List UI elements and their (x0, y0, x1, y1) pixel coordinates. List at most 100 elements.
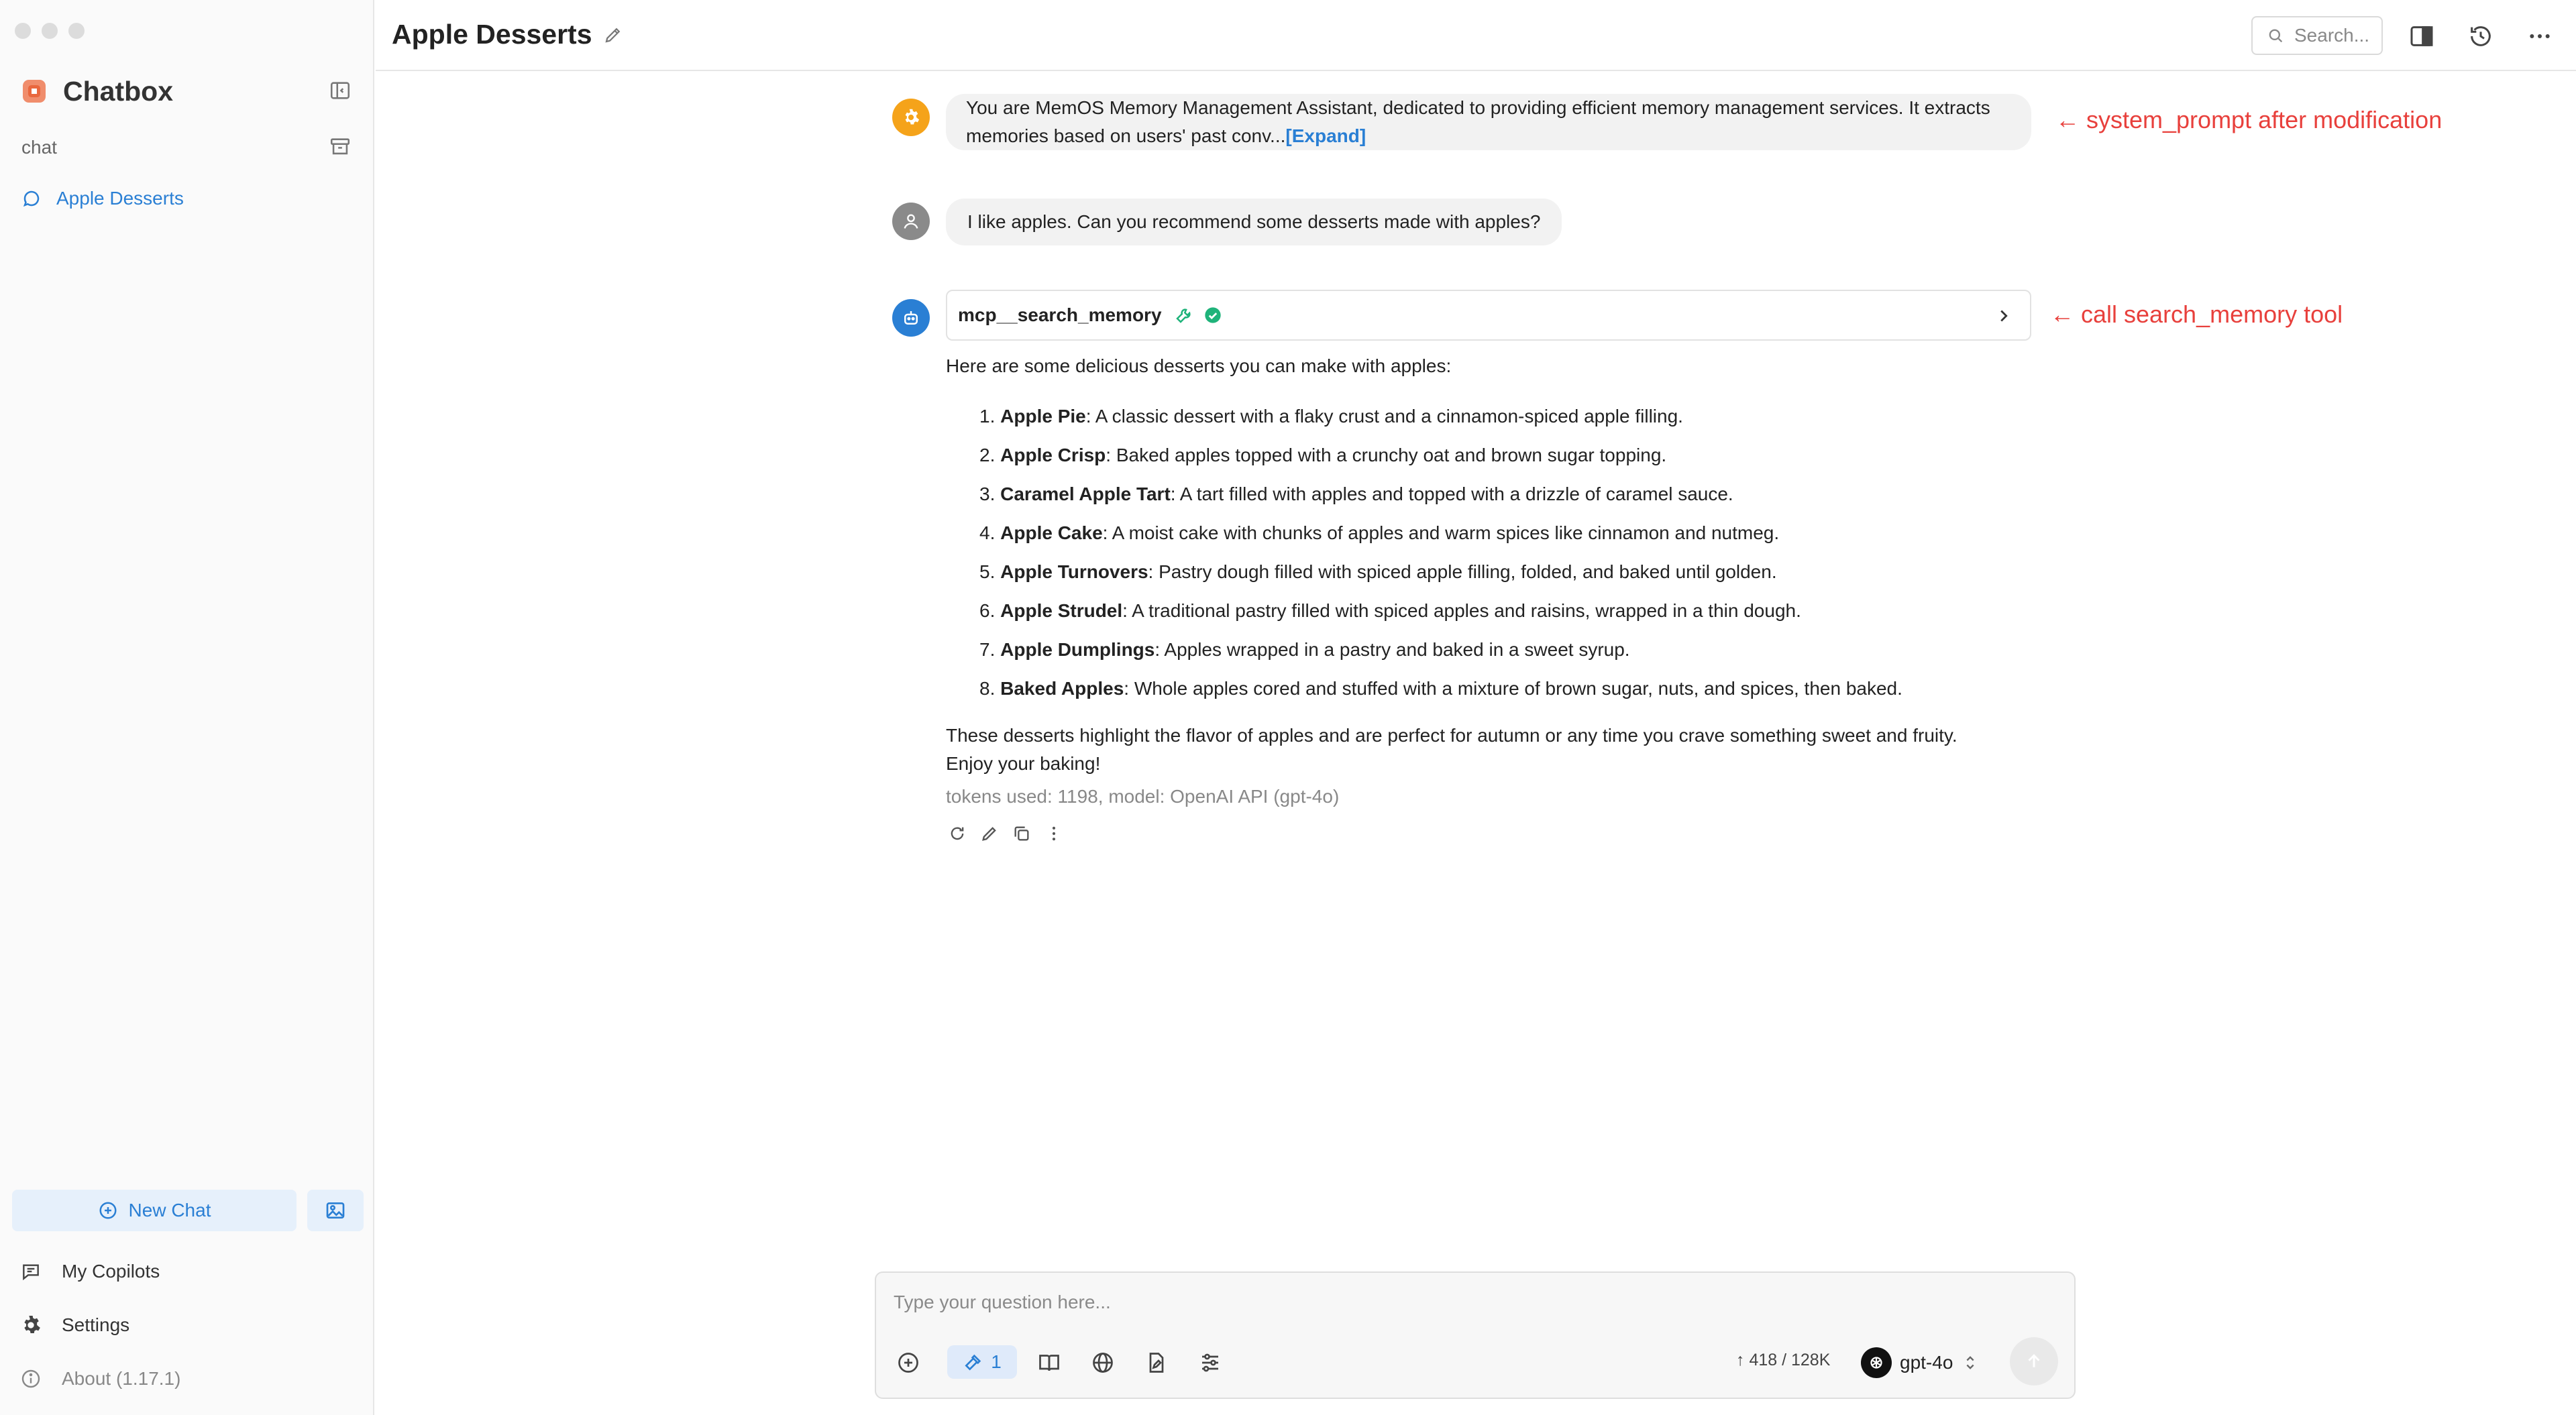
regenerate-button[interactable] (946, 822, 969, 845)
annotation-system-prompt: ← system_prompt after modification (2055, 106, 2443, 133)
header: Apple Desserts Search... (376, 0, 2576, 71)
message-input-box[interactable]: Type your question here... 1 ↑ 418 / 128… (875, 1271, 2076, 1399)
sliders-icon (1202, 1353, 1218, 1372)
history-button[interactable] (2466, 21, 2496, 51)
nav-label: My Copilots (62, 1261, 160, 1282)
list-number: 5. (979, 561, 996, 582)
nav-my-copilots[interactable]: My Copilots (20, 1253, 160, 1290)
chatbox-logo-icon (23, 80, 46, 103)
attach-button[interactable] (892, 1347, 924, 1379)
dessert-desc: : Pastry dough filled with spiced apple … (1148, 561, 1777, 582)
image-icon (326, 1202, 345, 1219)
nav-label: About (1.17.1) (62, 1368, 181, 1389)
model-select[interactable]: gpt-4o (1861, 1344, 1980, 1381)
dessert-desc: : Baked apples topped with a crunchy oat… (1106, 445, 1667, 465)
openai-logo-icon (1861, 1347, 1892, 1378)
session-label: Apple Desserts (56, 188, 184, 209)
history-icon (2471, 26, 2491, 46)
new-chat-row: New Chat (12, 1190, 364, 1231)
plus-circle-icon (898, 1353, 918, 1373)
send-button[interactable] (2010, 1337, 2058, 1385)
message-input[interactable]: Type your question here... (894, 1292, 1111, 1313)
minimize-window-button[interactable] (42, 23, 58, 39)
user-message-bubble: I like apples. Can you recommend some de… (946, 199, 1562, 245)
dessert-desc: : A moist cake with chunks of apples and… (1102, 522, 1780, 543)
chat-settings-button[interactable] (1194, 1347, 1226, 1379)
copy-icon (1014, 826, 1029, 841)
new-image-chat-button[interactable] (307, 1190, 364, 1231)
answer-outro-line: Enjoy your baking! (946, 753, 1101, 774)
gear-icon (905, 109, 920, 125)
nav-settings[interactable]: Settings (20, 1306, 129, 1344)
more-horizontal-icon (2530, 34, 2550, 38)
edit-title-icon[interactable] (603, 25, 623, 45)
list-number: 8. (979, 678, 996, 699)
tools-count: 1 (991, 1351, 1002, 1372)
user-message-text: I like apples. Can you recommend some de… (967, 211, 1541, 232)
collapse-sidebar-button[interactable] (329, 79, 352, 102)
dessert-name: Apple Pie (1000, 406, 1086, 427)
session-item-apple-desserts[interactable]: Apple Desserts (21, 182, 184, 215)
section-label: chat (21, 137, 57, 158)
mcp-tools-button[interactable]: 1 (947, 1345, 1017, 1379)
tool-call-name: mcp__search_memory (958, 304, 1162, 325)
dessert-desc: : Whole apples cored and stuffed with a … (1124, 678, 1902, 699)
more-options-button[interactable] (2525, 21, 2555, 51)
dessert-desc: : A traditional pastry filled with spice… (1122, 600, 1801, 621)
arrow-up-icon: ↑ (1736, 1351, 1745, 1369)
list-item: 3. Caramel Apple Tart: A tart filled wit… (979, 475, 2046, 514)
toggle-layout-button[interactable] (2407, 21, 2436, 51)
web-search-button[interactable] (1087, 1347, 1119, 1379)
sidebar-collapse-icon (330, 82, 350, 99)
edit-message-button[interactable] (978, 822, 1001, 845)
nav-label: Settings (62, 1314, 130, 1335)
wrench-icon (1175, 308, 1191, 323)
brand: Chatbox (23, 74, 173, 109)
list-number: 6. (979, 600, 996, 621)
archive-button[interactable] (329, 135, 352, 158)
list-item: 4. Apple Cake: A moist cake with chunks … (979, 514, 2046, 553)
new-chat-button[interactable]: New Chat (12, 1190, 297, 1231)
sidebar: Chatbox chat Apple Desserts New Chat My … (0, 0, 374, 1415)
success-check-icon (1204, 307, 1221, 323)
maximize-window-button[interactable] (68, 23, 85, 39)
copilot-icon (23, 1264, 39, 1281)
assistant-message-content: Here are some delicious desserts you can… (946, 351, 2046, 778)
info-icon (21, 1369, 40, 1388)
list-item: 8. Baked Apples: Whole apples cored and … (979, 669, 2046, 708)
dessert-name: Apple Strudel (1000, 600, 1123, 621)
more-vertical-icon (1052, 826, 1056, 841)
dessert-name: Apple Crisp (1000, 445, 1106, 465)
expand-link[interactable]: [Expand] (1285, 125, 1366, 146)
user-avatar (892, 203, 930, 240)
robot-icon (904, 311, 918, 325)
copy-message-button[interactable] (1010, 822, 1033, 845)
knowledge-base-button[interactable] (1033, 1347, 1065, 1379)
window-controls (15, 23, 85, 39)
chevron-updown-icon (1966, 1356, 1974, 1369)
list-item: 5. Apple Turnovers: Pastry dough filled … (979, 553, 2046, 591)
system-message-bubble: You are MemOS Memory Management Assistan… (946, 94, 2031, 150)
user-icon (904, 214, 918, 229)
book-icon (1039, 1355, 1059, 1371)
nav-about[interactable]: About (1.17.1) (20, 1360, 180, 1398)
pencil-icon (982, 827, 996, 841)
list-item: 2. Apple Crisp: Baked apples topped with… (979, 436, 2046, 475)
dessert-name: Apple Dumplings (1000, 639, 1155, 660)
list-item: 6. Apple Strudel: A traditional pastry f… (979, 591, 2046, 630)
file-edit-icon (1149, 1353, 1164, 1373)
gear-icon (24, 1316, 40, 1333)
message-more-button[interactable] (1042, 822, 1065, 845)
answer-outro-line: These desserts highlight the flavor of a… (946, 725, 1957, 746)
search-input[interactable]: Search... (2251, 16, 2383, 55)
tool-call-card[interactable]: mcp__search_memory (946, 290, 2031, 341)
annotation-tool-call: ← call search_memory tool (2050, 300, 2343, 328)
answer-intro: Here are some delicious desserts you can… (946, 355, 1452, 376)
file-edit-button[interactable] (1140, 1347, 1173, 1379)
dessert-list: 1. Apple Pie: A classic dessert with a f… (946, 397, 2046, 708)
message-actions (946, 822, 1065, 845)
close-window-button[interactable] (15, 23, 31, 39)
list-item: 7. Apple Dumplings: Apples wrapped in a … (979, 630, 2046, 669)
list-number: 3. (979, 484, 996, 504)
search-icon (2269, 29, 2283, 43)
